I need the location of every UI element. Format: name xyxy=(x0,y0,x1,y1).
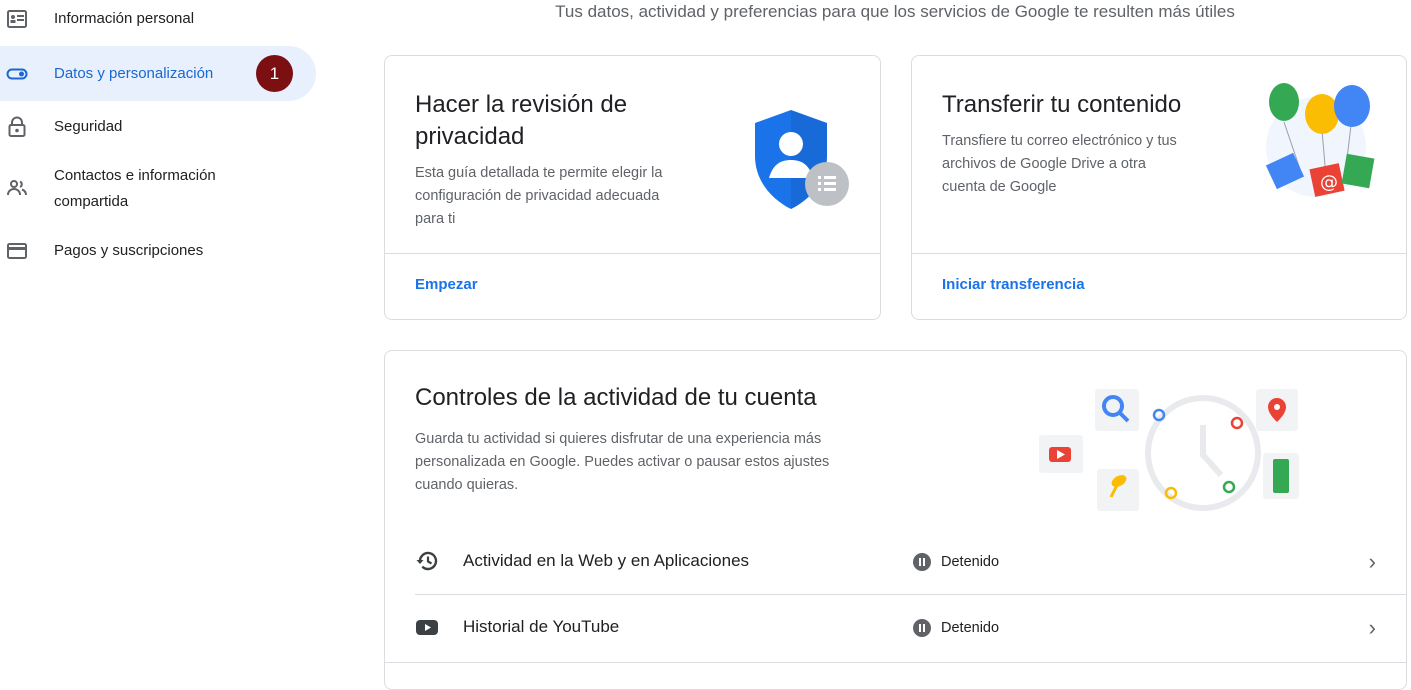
activity-controls-card: Controles de la actividad de tu cuenta G… xyxy=(384,350,1407,690)
sidebar-item-security[interactable]: Seguridad xyxy=(0,114,330,140)
card-divider xyxy=(912,253,1406,254)
toggle-icon xyxy=(6,63,28,85)
sidebar: Información personal Datos y personaliza… xyxy=(0,0,330,665)
privacy-card-desc-line2: configuración de privacidad adecuada xyxy=(415,188,660,204)
sidebar-item-payments[interactable]: Pagos y suscripciones xyxy=(0,238,330,264)
card-divider xyxy=(385,253,880,254)
sidebar-item-label: Contactos e información xyxy=(54,167,216,184)
sidebar-item-label: Seguridad xyxy=(54,118,123,135)
history-icon xyxy=(415,549,439,573)
row-label: Actividad en la Web y en Aplicaciones xyxy=(463,551,750,570)
transfer-card-desc-line3: cuenta de Google xyxy=(942,179,1057,195)
privacy-card-title-line2: privacidad xyxy=(415,123,525,150)
row-divider xyxy=(385,662,1406,663)
sidebar-item-label-line2: compartida xyxy=(54,193,129,210)
balloons-illustration-icon: @ xyxy=(1256,82,1376,200)
row-status: Detenido xyxy=(941,620,1000,636)
transfer-card-desc: Transfiere tu correo electrónico y tus xyxy=(942,133,1177,149)
activity-clock-illustration-icon xyxy=(1033,385,1303,515)
sidebar-item-label: Pagos y suscripciones xyxy=(54,242,204,259)
sidebar-item-personal-info[interactable]: Información personal xyxy=(0,6,330,32)
shield-person-icon xyxy=(751,106,851,216)
pause-icon xyxy=(913,619,931,637)
activity-card-title: Controles de la actividad de tu cuenta xyxy=(415,384,817,411)
pause-icon xyxy=(913,553,931,571)
people-icon xyxy=(6,177,28,199)
start-privacy-checkup-link[interactable]: Empezar xyxy=(415,276,478,293)
youtube-history-row[interactable]: Historial de YouTube Detenido › xyxy=(385,595,1406,661)
step-badge-1: 1 xyxy=(256,55,293,92)
transfer-content-card: Transferir tu contenido Transfiere tu co… xyxy=(911,55,1407,320)
row-label: Historial de YouTube xyxy=(463,617,620,636)
sidebar-item-contacts-sharing[interactable]: Contactos e información compartida xyxy=(0,164,330,214)
chevron-right-icon: › xyxy=(1368,615,1376,640)
privacy-card-title: Hacer la revisión de xyxy=(415,91,628,118)
sidebar-item-label: Información personal xyxy=(54,10,195,27)
privacy-card-desc-line3: para ti xyxy=(415,211,456,227)
activity-card-desc-line2: personalizada en Google. Puedes activar … xyxy=(415,454,830,470)
youtube-icon xyxy=(415,615,439,639)
lock-icon xyxy=(6,116,28,138)
privacy-card-desc: Esta guía detallada te permite elegir la xyxy=(415,165,663,181)
chevron-right-icon: › xyxy=(1368,549,1376,574)
credit-card-icon xyxy=(6,240,28,262)
activity-card-desc-line3: cuando quieras. xyxy=(415,477,519,493)
sidebar-item-label: Datos y personalización xyxy=(54,64,214,82)
privacy-checkup-card: Hacer la revisión de privacidad Esta guí… xyxy=(384,55,881,320)
svg-text:@: @ xyxy=(1320,172,1338,193)
start-transfer-link[interactable]: Iniciar transferencia xyxy=(942,276,1085,293)
personal-info-icon xyxy=(6,8,28,30)
page-subtitle: Tus datos, actividad y preferencias para… xyxy=(555,2,1235,21)
transfer-card-title: Transferir tu contenido xyxy=(942,91,1182,118)
transfer-card-desc-line2: archivos de Google Drive a otra xyxy=(942,156,1146,172)
web-app-activity-row[interactable]: Actividad en la Web y en Aplicaciones De… xyxy=(385,529,1406,595)
row-status: Detenido xyxy=(941,554,1000,570)
activity-card-desc: Guarda tu actividad si quieres disfrutar… xyxy=(415,431,822,447)
